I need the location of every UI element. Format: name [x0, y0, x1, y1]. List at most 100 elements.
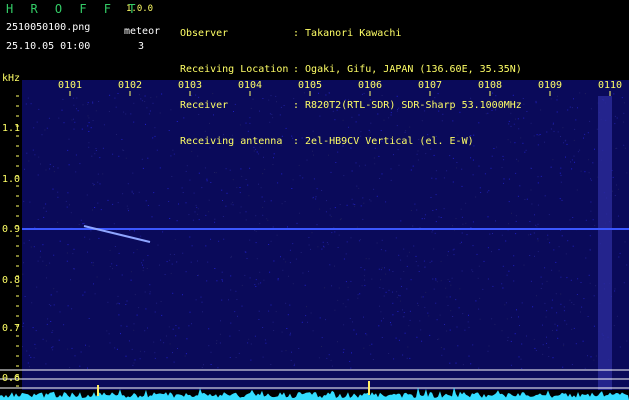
- noise-dot: [71, 119, 73, 121]
- noise-dot: [270, 304, 272, 306]
- noise-dot: [90, 127, 92, 129]
- noise-dot: [471, 269, 473, 271]
- noise-dot: [440, 280, 442, 282]
- noise-dot: [45, 169, 47, 171]
- noise-dot: [594, 225, 596, 227]
- noise-dot: [61, 109, 63, 111]
- noise-dot: [395, 337, 397, 339]
- y-tick-label: 0.6: [2, 373, 21, 384]
- noise-dot: [589, 120, 591, 122]
- noise-dot: [415, 255, 417, 257]
- noise-dot: [87, 367, 88, 369]
- noise-dot: [45, 340, 47, 342]
- noise-dot: [536, 226, 538, 228]
- noise-dot: [38, 108, 40, 110]
- noise-dot: [479, 297, 481, 299]
- noise-dot: [545, 316, 547, 318]
- noise-dot: [289, 249, 291, 251]
- noise-dot: [178, 327, 180, 329]
- noise-dot: [27, 97, 29, 99]
- noise-dot: [626, 340, 628, 342]
- noise-dot: [537, 144, 539, 146]
- noise-dot: [435, 178, 437, 180]
- noise-dot: [409, 357, 411, 359]
- noise-dot: [539, 134, 541, 135]
- noise-dot: [302, 177, 304, 179]
- noise-dot: [23, 322, 24, 324]
- noise-dot: [412, 165, 414, 167]
- noise-dot: [34, 226, 36, 228]
- noise-dot: [325, 319, 326, 321]
- noise-dot: [392, 291, 393, 293]
- noise-dot: [468, 326, 470, 328]
- noise-dot: [63, 122, 65, 124]
- noise-dot: [89, 238, 91, 240]
- noise-dot: [133, 121, 135, 123]
- noise-dot: [535, 224, 537, 226]
- noise-dot: [577, 278, 579, 280]
- noise-dot: [462, 313, 464, 315]
- noise-dot: [326, 200, 327, 202]
- noise-dot: [546, 310, 548, 312]
- noise-dot: [28, 160, 30, 162]
- noise-dot: [537, 176, 539, 178]
- noise-dot: [136, 314, 138, 316]
- noise-dot: [98, 101, 100, 102]
- noise-dot: [459, 242, 461, 244]
- noise-dot: [22, 273, 24, 275]
- noise-dot: [390, 322, 391, 324]
- noise-dot: [173, 153, 175, 155]
- noise-dot: [185, 170, 187, 172]
- noise-dot: [87, 102, 89, 104]
- noise-dot: [525, 149, 527, 151]
- noise-dot: [398, 294, 399, 296]
- noise-dot: [296, 222, 298, 224]
- noise-dot: [423, 260, 425, 262]
- noise-dot: [461, 232, 463, 234]
- noise-dot: [462, 223, 464, 225]
- noise-dot: [395, 237, 397, 239]
- noise-dot: [310, 312, 312, 314]
- noise-dot: [410, 279, 412, 281]
- noise-dot: [133, 102, 135, 104]
- noise-dot: [145, 200, 147, 202]
- noise-dot: [360, 205, 362, 207]
- noise-dot: [356, 226, 358, 228]
- noise-dot: [159, 264, 160, 266]
- noise-dot: [316, 224, 318, 226]
- noise-dot: [49, 262, 51, 264]
- noise-dot: [321, 337, 323, 339]
- noise-dot: [349, 361, 351, 362]
- noise-dot: [446, 330, 448, 332]
- noise-dot: [311, 232, 313, 234]
- noise-dot: [249, 277, 251, 279]
- noise-dot: [94, 293, 96, 295]
- noise-dot: [550, 98, 552, 100]
- noise-dot: [185, 202, 187, 204]
- noise-dot: [82, 223, 84, 225]
- noise-dot: [147, 327, 148, 329]
- noise-dot: [421, 218, 423, 220]
- noise-dot: [547, 238, 549, 240]
- noise-dot: [435, 209, 437, 211]
- noise-dot: [330, 171, 332, 173]
- noise-dot: [554, 323, 556, 325]
- noise-dot: [289, 334, 291, 336]
- noise-dot: [126, 300, 128, 302]
- noise-dot: [449, 362, 451, 364]
- noise-dot: [239, 187, 241, 188]
- noise-dot: [92, 209, 93, 211]
- noise-dot: [185, 271, 187, 273]
- noise-dot: [417, 305, 419, 306]
- noise-dot: [35, 347, 37, 349]
- noise-dot: [489, 233, 491, 235]
- noise-dot: [87, 115, 89, 117]
- noise-dot: [33, 127, 35, 129]
- noise-dot: [590, 108, 592, 110]
- noise-dot: [43, 216, 45, 218]
- x-tick-label: 0103: [178, 80, 203, 91]
- noise-dot: [123, 111, 125, 113]
- noise-dot: [541, 283, 543, 285]
- noise-dot: [347, 299, 349, 301]
- noise-dot: [435, 170, 437, 172]
